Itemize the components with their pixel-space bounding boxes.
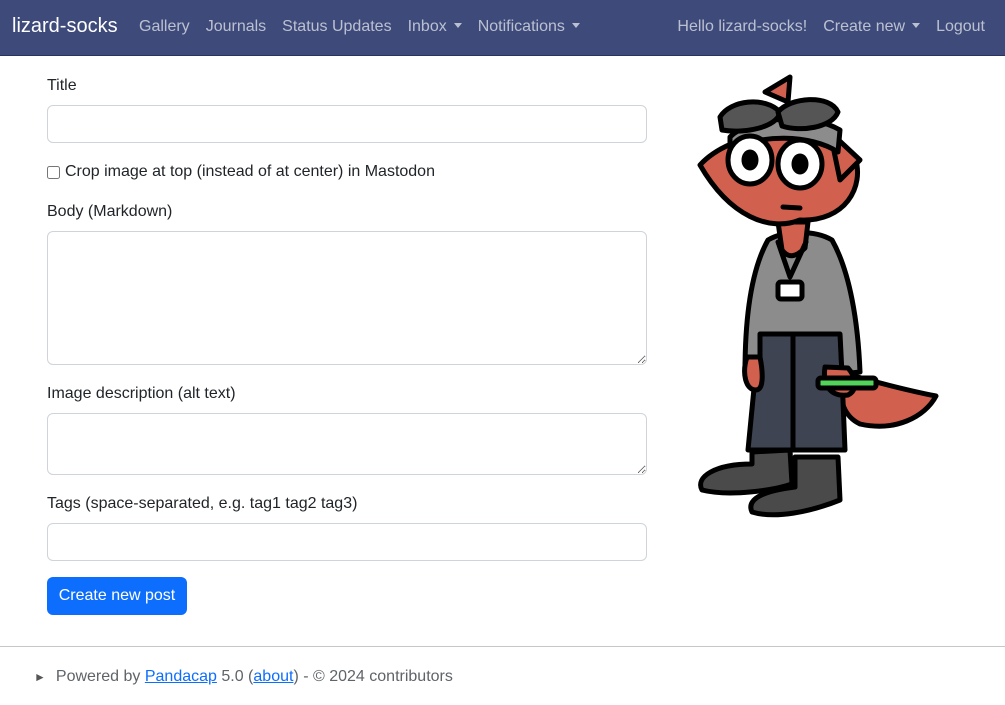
nav-gallery-link[interactable]: Gallery xyxy=(139,18,190,36)
footer-prefix: Powered by xyxy=(55,668,141,685)
nav-inbox-dropdown[interactable]: Inbox xyxy=(408,18,462,36)
title-input[interactable] xyxy=(47,105,647,143)
nav-left: Gallery Journals Status Updates Inbox No… xyxy=(139,18,596,36)
body-textarea[interactable] xyxy=(47,231,647,365)
nav-right: Hello lizard-socks! Create new Logout xyxy=(661,18,985,36)
body-label: Body (Markdown) xyxy=(47,203,173,220)
footer-divider xyxy=(0,646,1005,647)
tags-input[interactable] xyxy=(47,523,647,561)
create-new-dropdown[interactable]: Create new xyxy=(823,18,920,36)
crop-option[interactable]: Crop image at top (instead of at center)… xyxy=(47,163,435,181)
footer: ► Powered by Pandacap 5.0 (about) - © 20… xyxy=(34,668,453,686)
nav-status-updates-link[interactable]: Status Updates xyxy=(282,18,391,36)
user-greeting-link[interactable]: Hello lizard-socks! xyxy=(677,18,807,36)
footer-version: 5.0 xyxy=(221,668,244,685)
notifications-label: Notifications xyxy=(477,18,565,35)
alt-text-textarea[interactable] xyxy=(47,413,647,475)
alt-text-label: Image description (alt text) xyxy=(47,385,236,402)
crop-label: Crop image at top (instead of at center)… xyxy=(65,163,435,180)
nav-notifications-dropdown[interactable]: Notifications xyxy=(478,18,580,36)
about-link[interactable]: about xyxy=(253,668,293,686)
brand-link[interactable]: lizard-socks xyxy=(12,15,118,38)
pandacap-link[interactable]: Pandacap xyxy=(145,668,217,686)
title-label: Title xyxy=(47,77,77,94)
footer-copyright: - © 2024 contributors xyxy=(303,668,453,685)
crop-checkbox[interactable] xyxy=(47,165,60,179)
top-navbar: lizard-socks Gallery Journals Status Upd… xyxy=(0,0,1005,56)
lizard-character-avatar xyxy=(697,74,939,518)
create-post-button[interactable]: Create new post xyxy=(47,577,187,615)
logout-link[interactable]: Logout xyxy=(936,18,985,36)
inbox-label: Inbox xyxy=(407,18,447,35)
nav-journals-link[interactable]: Journals xyxy=(206,18,266,36)
tags-label: Tags (space-separated, e.g. tag1 tag2 ta… xyxy=(47,495,358,512)
expand-triangle-icon[interactable]: ► xyxy=(34,670,46,684)
create-new-label: Create new xyxy=(823,18,906,35)
